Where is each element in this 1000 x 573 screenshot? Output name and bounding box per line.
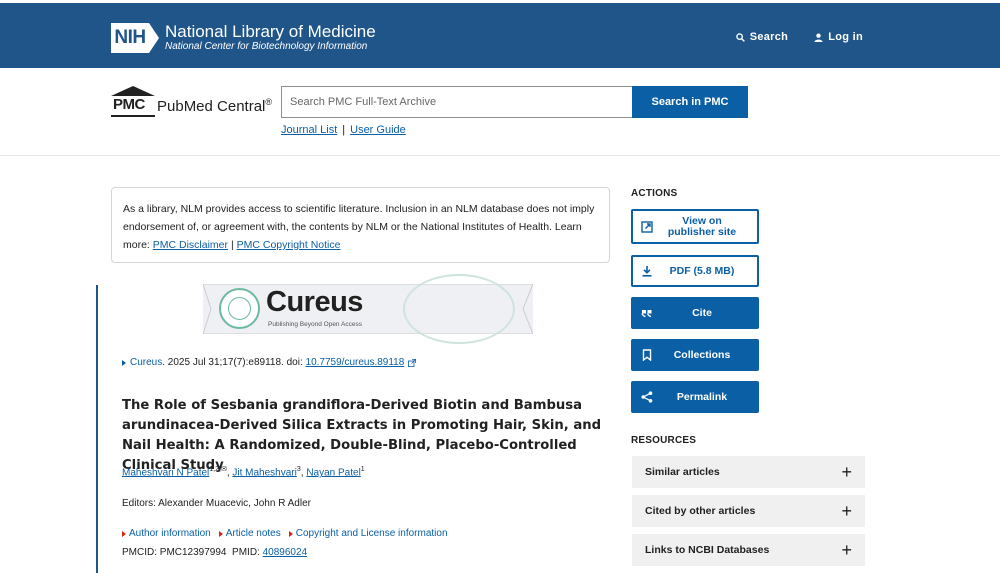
pmcid-label: PMCID: PMC12397994 PMID: bbox=[122, 547, 263, 558]
plus-icon: + bbox=[841, 540, 852, 560]
article-title: The Role of Sesbania grandiflora-Derived… bbox=[122, 398, 602, 473]
author-information-toggle[interactable]: Author information bbox=[122, 528, 211, 539]
user-guide-link[interactable]: User Guide bbox=[350, 124, 406, 136]
disclaimer-text: As a library, NLM provides access to sci… bbox=[123, 203, 595, 233]
author-affiliation[interactable]: 1,2,✉ bbox=[209, 466, 227, 473]
info-link-label: Article notes bbox=[225, 528, 281, 539]
journal-banner[interactable]: Cureus Publishing Beyond Open Access bbox=[203, 274, 533, 344]
login-label: Log in bbox=[828, 31, 863, 43]
nih-badge-text: NIH bbox=[111, 23, 149, 53]
triangle-right-icon bbox=[288, 530, 293, 537]
pmc-header: PMC PubMed Central® Search in PMC Journa… bbox=[0, 68, 1000, 156]
triangle-right-icon bbox=[122, 530, 126, 537]
plus-icon: + bbox=[841, 462, 852, 482]
triangle-right-icon bbox=[122, 359, 126, 366]
external-link-icon bbox=[408, 358, 417, 367]
disclaimer-box: As a library, NLM provides access to sci… bbox=[111, 187, 610, 263]
download-icon bbox=[641, 265, 653, 277]
author-link[interactable]: Jit Maheshvari bbox=[232, 467, 296, 478]
pmc-mark: PMC bbox=[111, 86, 155, 118]
pmc-roof-icon bbox=[111, 86, 155, 96]
share-icon bbox=[641, 391, 653, 403]
plus-icon: + bbox=[841, 501, 852, 521]
similar-articles-toggle[interactable]: Similar articles + bbox=[632, 456, 865, 488]
view-label-line2: publisher site bbox=[667, 225, 737, 238]
copyright-toggle[interactable]: Copyright and License information bbox=[288, 528, 448, 539]
pdf-button[interactable]: PDF (5.8 MB) bbox=[631, 255, 759, 287]
author-link[interactable]: Nayan Patel bbox=[306, 467, 360, 478]
article-info-links: Author information Article notes Copyrig… bbox=[122, 528, 448, 539]
citation-line: Cureus. 2025 Jul 31;17(7):e89118. doi: 1… bbox=[122, 357, 417, 368]
header-search-button[interactable]: Search bbox=[735, 31, 789, 43]
cite-button[interactable]: Cite bbox=[631, 297, 759, 329]
login-button[interactable]: Log in bbox=[814, 31, 863, 43]
nih-title: National Library of Medicine bbox=[165, 22, 376, 41]
nih-badge-arrow bbox=[149, 23, 159, 53]
citation-details: . 2025 Jul 31;17(7):e89118. doi: bbox=[162, 357, 306, 368]
pmc-disclaimer-link[interactable]: PMC Disclaimer bbox=[153, 239, 228, 251]
pmc-name: PubMed Central® bbox=[157, 97, 272, 118]
info-link-label: Author information bbox=[129, 528, 211, 539]
pmid-link[interactable]: 40896024 bbox=[263, 547, 308, 558]
pmc-mark-underline bbox=[111, 115, 155, 117]
article-accent-bar bbox=[96, 285, 98, 573]
search-icon bbox=[735, 32, 745, 42]
view-on-publisher-button[interactable]: View on publisher site bbox=[631, 209, 759, 244]
doi-link[interactable]: 10.7759/cureus.89118 bbox=[306, 357, 405, 368]
nih-badge: NIH bbox=[111, 23, 159, 53]
editors-line: Editors: Alexander Muacevic, John R Adle… bbox=[122, 498, 311, 509]
disclaimer-sep: | bbox=[230, 239, 234, 251]
pmc-mark-text: PMC bbox=[113, 96, 145, 113]
article-notes-toggle[interactable]: Article notes bbox=[218, 528, 281, 539]
external-link-icon bbox=[641, 220, 653, 233]
permalink-button[interactable]: Permalink bbox=[631, 381, 759, 413]
resource-label: Similar articles bbox=[645, 466, 720, 478]
info-link-label: Copyright and License information bbox=[295, 528, 448, 539]
collections-button[interactable]: Collections bbox=[631, 339, 759, 371]
bookmark-icon bbox=[641, 349, 653, 361]
nih-logo[interactable]: NIH National Library of Medicine Nationa… bbox=[111, 23, 376, 53]
triangle-right-icon bbox=[218, 530, 223, 537]
resource-label: Cited by other articles bbox=[645, 505, 756, 517]
cureus-logo-text: Cureus bbox=[266, 286, 363, 318]
watermark-seal-icon bbox=[403, 274, 515, 344]
nih-subtitle: National Center for Biotechnology Inform… bbox=[165, 41, 368, 52]
nih-text: National Library of Medicine National Ce… bbox=[165, 23, 376, 53]
pmc-name-text: PubMed Central bbox=[157, 98, 266, 115]
pmc-copyright-link[interactable]: PMC Copyright Notice bbox=[237, 239, 341, 251]
author-link[interactable]: Maheshvari N Patel bbox=[122, 467, 209, 478]
cureus-seal-icon bbox=[219, 288, 260, 329]
resource-label: Links to NCBI Databases bbox=[645, 544, 770, 556]
actions-heading: ACTIONS bbox=[631, 188, 678, 199]
pmc-links: Journal List | User Guide bbox=[281, 124, 406, 136]
header-search-label: Search bbox=[749, 31, 789, 43]
nih-header: NIH National Library of Medicine Nationa… bbox=[0, 0, 1000, 68]
author-list: Maheshvari N Patel1,2,✉, Jit Maheshvari3… bbox=[122, 465, 365, 478]
nih-actions: Search Log in bbox=[735, 31, 863, 43]
pmc-search-button[interactable]: Search in PMC bbox=[632, 86, 748, 118]
cureus-tagline: Publishing Beyond Open Access bbox=[268, 321, 362, 328]
resources-heading: RESOURCES bbox=[631, 435, 697, 446]
journal-list-link[interactable]: Journal List bbox=[281, 124, 337, 136]
pmc-reg-mark: ® bbox=[265, 97, 273, 107]
journal-link[interactable]: Cureus bbox=[130, 357, 162, 368]
user-icon bbox=[814, 33, 823, 42]
quote-icon bbox=[641, 307, 653, 319]
pmcid-line: PMCID: PMC12397994 PMID: 40896024 bbox=[122, 547, 307, 558]
link-separator: | bbox=[342, 124, 346, 136]
pmc-search-input[interactable] bbox=[281, 86, 633, 118]
cited-by-toggle[interactable]: Cited by other articles + bbox=[632, 495, 865, 527]
ncbi-links-toggle[interactable]: Links to NCBI Databases + bbox=[632, 534, 865, 566]
author-affiliation[interactable]: 1 bbox=[361, 466, 365, 473]
pmc-logo[interactable]: PMC PubMed Central® bbox=[111, 86, 272, 118]
